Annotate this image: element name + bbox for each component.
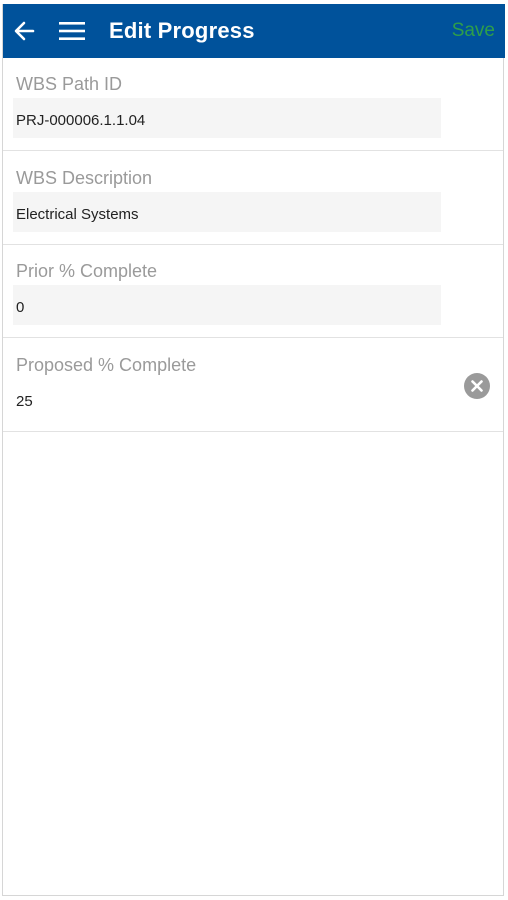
proposed-complete-label: Proposed % Complete xyxy=(16,355,197,375)
wbs-path-id-label: WBS Path ID xyxy=(16,74,123,94)
arrow-left-icon xyxy=(14,21,35,41)
clear-button[interactable] xyxy=(464,373,490,399)
app-bar: Edit Progress Save xyxy=(3,4,505,58)
save-button[interactable]: Save xyxy=(452,20,495,42)
wbs-description-value: Electrical Systems xyxy=(16,206,139,223)
prior-complete-field: Prior % Complete 0 xyxy=(3,245,503,338)
wbs-path-id-field: WBS Path ID PRJ-000006.1.1.04 xyxy=(3,58,503,151)
wbs-path-id-value: PRJ-000006.1.1.04 xyxy=(16,112,146,129)
wbs-description-field: WBS Description Electrical Systems xyxy=(3,152,503,245)
wbs-description-label: WBS Description xyxy=(16,168,153,188)
proposed-complete-input[interactable]: 25 xyxy=(16,393,33,410)
page-title: Edit Progress xyxy=(109,18,255,43)
menu-button[interactable] xyxy=(57,16,87,46)
prior-complete-box xyxy=(13,285,441,325)
clear-circle-icon xyxy=(464,373,490,399)
prior-complete-label: Prior % Complete xyxy=(16,261,158,281)
prior-complete-value: 0 xyxy=(16,299,25,316)
proposed-complete-field[interactable]: Proposed % Complete 25 xyxy=(3,339,503,432)
edit-progress-screen: Edit Progress Save WBS Path ID PRJ-00000… xyxy=(2,4,505,896)
back-button[interactable] xyxy=(9,16,39,46)
hamburger-menu-icon xyxy=(59,22,85,40)
